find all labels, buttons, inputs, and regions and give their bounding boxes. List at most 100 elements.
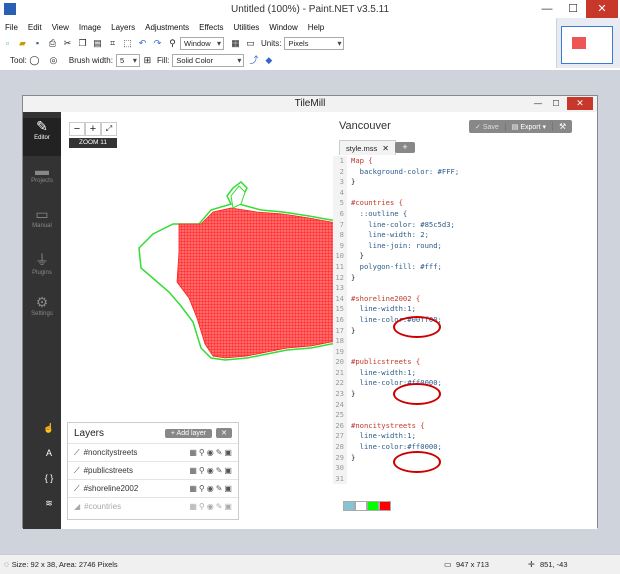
sidebar-item-editor[interactable]: ✎ Editor [23, 118, 61, 156]
grid-icon[interactable]: ▦ [230, 38, 241, 49]
open-icon[interactable]: ▰ [17, 38, 28, 49]
menu-image[interactable]: Image [79, 23, 101, 32]
swatch-streets-color[interactable] [379, 501, 391, 511]
menu-help[interactable]: Help [308, 23, 324, 32]
code-line[interactable]: 14 #shoreline2002 { [333, 293, 597, 305]
code-line[interactable]: 11 polygon-fill: #fff; [333, 261, 597, 273]
undo-icon[interactable]: ↶ [137, 38, 148, 49]
menu-layers[interactable]: Layers [111, 23, 135, 32]
close-layers-button[interactable]: ✕ [216, 428, 232, 438]
layer-actions-icon[interactable]: ▦⚲◉✎▣ [189, 484, 234, 493]
menu-adjustments[interactable]: Adjustments [145, 23, 189, 32]
file-tab[interactable]: style.mss ✕ [339, 140, 396, 155]
layer-row[interactable]: ⟋ #noncitystreets ▦⚲◉✎▣ [68, 443, 238, 461]
tilemill-minimize-button[interactable]: — [531, 97, 545, 110]
blend-mode-icon[interactable]: ◆ [263, 55, 274, 66]
menu-effects[interactable]: Effects [199, 23, 223, 32]
code-line[interactable]: 18 [333, 336, 597, 347]
menu-file[interactable]: File [5, 23, 18, 32]
layer-row[interactable]: ⟋ #shoreline2002 ▦⚲◉✎▣ [68, 479, 238, 497]
redo-icon[interactable]: ↷ [152, 38, 163, 49]
code-line[interactable]: 2 background-color: #FFF; [333, 166, 597, 178]
layers-tool-icon[interactable]: ≋ [37, 491, 61, 516]
maximize-button[interactable]: ☐ [560, 0, 586, 18]
code-line[interactable]: 21 line-width:1; [333, 367, 597, 379]
code-line[interactable]: 16 line-color:#00ff00; [333, 314, 597, 326]
font-tool-icon[interactable]: A [37, 441, 61, 466]
units-select[interactable]: Pixels [284, 36, 345, 50]
code-line[interactable]: 19 [333, 346, 597, 358]
close-button[interactable]: ✕ [586, 0, 618, 18]
menu-view[interactable]: View [52, 23, 69, 32]
layer-actions-icon[interactable]: ▦⚲◉✎▣ [189, 448, 234, 457]
code-line[interactable]: 22 line-color:#ff0000; [333, 378, 597, 390]
code-line[interactable]: 15 line-width:1; [333, 304, 597, 315]
code-line[interactable]: 12} [333, 272, 597, 284]
deselect-icon[interactable]: ⬚ [122, 38, 133, 49]
swatch-outline-color[interactable] [343, 501, 355, 511]
sidebar-item-plugins[interactable]: ⏚ Plugins [23, 250, 61, 288]
sidebar-item-projects[interactable]: ▬ Projects [23, 162, 61, 200]
code-line[interactable]: 10 } [333, 251, 597, 262]
wrench-icon[interactable]: ⚒ [552, 122, 572, 131]
shape-type-icon[interactable]: ⤴ [248, 55, 259, 66]
ellipse-tool-icon[interactable]: ◯ [29, 55, 40, 66]
thumbnail-frame[interactable] [561, 26, 613, 64]
layer-row[interactable]: ◢ #countries ▦⚲◉✎▣ [68, 497, 238, 515]
new-icon[interactable]: ▫ [2, 38, 13, 49]
layer-row[interactable]: ⟋ #publicstreets ▦⚲◉✎▣ [68, 461, 238, 479]
code-editor[interactable]: 1 Map {2 background-color: #FFF; 3} 4 5 #coun… [333, 156, 597, 501]
code-line[interactable]: 31 [333, 473, 597, 485]
code-line[interactable]: 26 #noncitystreets { [333, 420, 597, 432]
save-button[interactable]: ✓ Save [469, 123, 505, 131]
code-line[interactable]: 4 [333, 187, 597, 199]
close-tab-icon[interactable]: ✕ [382, 144, 389, 153]
code-line[interactable]: 20 #publicstreets { [333, 357, 597, 368]
ruler-icon[interactable]: ▭ [245, 38, 256, 49]
code-line[interactable]: 6 ::outline { [333, 208, 597, 220]
code-line[interactable]: 24 [333, 399, 597, 411]
code-line[interactable]: 7 line-color: #85c5d3; [333, 219, 597, 231]
code-line[interactable]: 9 line-join: round; [333, 240, 597, 252]
layer-actions-icon[interactable]: ▦⚲◉✎▣ [189, 502, 234, 511]
code-line[interactable]: 8 line-width: 2; [333, 230, 597, 241]
sidebar-item-manual[interactable]: ▭ Manual [23, 206, 61, 244]
code-line[interactable]: 28 line-color:#ff0000; [333, 442, 597, 453]
code-line[interactable]: 25 [333, 410, 597, 421]
zoom-icon[interactable]: ⚲ [167, 38, 178, 49]
fill-select[interactable]: Solid Color [172, 53, 245, 67]
code-line[interactable]: 23} [333, 389, 597, 400]
paste-icon[interactable]: ▤ [92, 38, 103, 49]
add-layer-button[interactable]: + Add layer [164, 428, 213, 438]
code-line[interactable]: 17} [333, 325, 597, 337]
tilemill-close-button[interactable]: ✕ [567, 97, 593, 110]
code-line[interactable]: 1 Map { [333, 156, 597, 167]
save-icon[interactable]: ▪ [32, 38, 43, 49]
pointer-tool-icon[interactable]: ☝ [37, 416, 61, 441]
code-line[interactable]: 29} [333, 452, 597, 464]
menu-edit[interactable]: Edit [28, 23, 42, 32]
antialias-icon[interactable]: ⊞ [142, 55, 153, 66]
cut-icon[interactable]: ✂ [62, 38, 73, 49]
code-line[interactable]: 30 [333, 463, 597, 474]
code-line[interactable]: 27 line-width:1; [333, 431, 597, 443]
code-tool-icon[interactable]: { } [37, 466, 61, 491]
copy-icon[interactable]: ❐ [77, 38, 88, 49]
code-line[interactable]: 3} [333, 177, 597, 188]
print-icon[interactable]: ⎙ [47, 38, 58, 49]
add-stylesheet-button[interactable]: + [395, 142, 415, 153]
swatch-shoreline-color[interactable] [367, 501, 379, 511]
export-button[interactable]: ▤ Export ▾ [504, 122, 552, 131]
minimize-button[interactable]: — [534, 0, 560, 18]
layer-actions-icon[interactable]: ▦⚲◉✎▣ [189, 466, 234, 475]
brush-width-select[interactable]: 5 [115, 53, 140, 67]
menu-utilities[interactable]: Utilities [233, 23, 259, 32]
swatch-fill-color[interactable] [355, 501, 367, 511]
tilemill-maximize-button[interactable]: ☐ [549, 97, 563, 110]
crop-icon[interactable]: ⌗ [107, 38, 118, 49]
zoom-select[interactable]: Window [180, 36, 224, 50]
code-line[interactable]: 13 [333, 283, 597, 294]
tilemill-window[interactable]: TileMill ✕ ☐ — ✎ Editor ▬ Projects ▭ Man… [22, 95, 598, 529]
sidebar-item-settings[interactable]: ⚙ Settings [23, 294, 61, 332]
menu-window[interactable]: Window [269, 23, 297, 32]
